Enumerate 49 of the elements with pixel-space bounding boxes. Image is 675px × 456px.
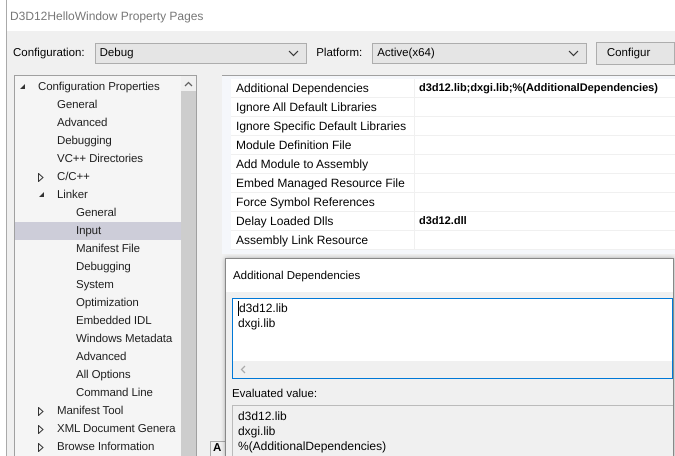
- tree-item[interactable]: VC++ Directories: [57, 153, 143, 165]
- horizontal-scrollbar[interactable]: [233, 361, 672, 378]
- property-value[interactable]: d3d12.lib;dxgi.lib;%(AdditionalDependencies): [415, 79, 675, 97]
- tree-item[interactable]: Embedded IDL: [76, 315, 152, 327]
- tree-item[interactable]: Optimization: [76, 297, 139, 309]
- text-line: d3d12.lib: [238, 409, 288, 424]
- scroll-up-icon[interactable]: [184, 81, 193, 87]
- text-line: dxgi.lib: [238, 424, 276, 439]
- property-value[interactable]: d3d12.dll: [415, 212, 675, 230]
- tree-item[interactable]: Configuration Properties: [38, 81, 160, 93]
- tree-item[interactable]: System: [76, 279, 114, 291]
- configuration-dropdown[interactable]: Debug: [94, 42, 308, 64]
- tree-item[interactable]: Debugging: [76, 261, 131, 273]
- property-name[interactable]: Delay Loaded Dlls: [231, 212, 415, 230]
- text-line: d3d12.lib: [238, 301, 667, 316]
- tree-item[interactable]: All Options: [76, 369, 131, 381]
- tree-item[interactable]: Windows Metadata: [76, 333, 172, 345]
- tree-item[interactable]: Linker: [57, 189, 88, 201]
- collapsed-triangle-icon[interactable]: [38, 443, 44, 452]
- expanded-triangle-icon[interactable]: [19, 83, 26, 90]
- property-name[interactable]: Additional Dependencies: [231, 79, 415, 97]
- tree-item[interactable]: General: [57, 99, 98, 111]
- tree-item[interactable]: Command Line: [76, 387, 153, 399]
- text-area[interactable]: d3d12.lib dxgi.lib: [232, 298, 673, 379]
- tree-item[interactable]: Advanced: [76, 351, 126, 363]
- tree-item[interactable]: Manifest File: [76, 243, 140, 255]
- tree-item[interactable]: XML Document Genera: [57, 423, 176, 435]
- tree-item[interactable]: C/C++: [57, 171, 90, 183]
- configuration-label: Configuration:: [13, 47, 85, 59]
- text-line: %(AdditionalDependencies): [238, 439, 388, 454]
- popup-title: Additional Dependencies: [233, 270, 360, 282]
- tree-item[interactable]: Manifest Tool: [57, 405, 124, 417]
- tree-item[interactable]: Browse Information: [57, 441, 154, 453]
- chevron-down-icon: [568, 50, 579, 56]
- collapsed-triangle-icon[interactable]: [38, 407, 44, 416]
- collapsed-triangle-icon[interactable]: [38, 173, 44, 182]
- chevron-down-icon: [288, 50, 300, 56]
- evaluated-value-label: Evaluated value:: [232, 388, 318, 400]
- configuration-manager-button[interactable]: Configur: [596, 42, 675, 64]
- tree-item[interactable]: Input: [76, 225, 102, 237]
- text-line: dxgi.lib: [238, 316, 276, 331]
- platform-dropdown[interactable]: Active(x64): [372, 42, 587, 64]
- platform-label: Platform:: [316, 47, 362, 59]
- tree-item[interactable]: Advanced: [57, 117, 108, 129]
- tree-item[interactable]: General: [76, 207, 116, 219]
- expanded-triangle-icon[interactable]: [38, 191, 45, 198]
- tree-item[interactable]: Debugging: [57, 135, 112, 147]
- window-title: D3D12HelloWindow Property Pages: [10, 8, 204, 22]
- collapsed-triangle-icon[interactable]: [38, 425, 44, 434]
